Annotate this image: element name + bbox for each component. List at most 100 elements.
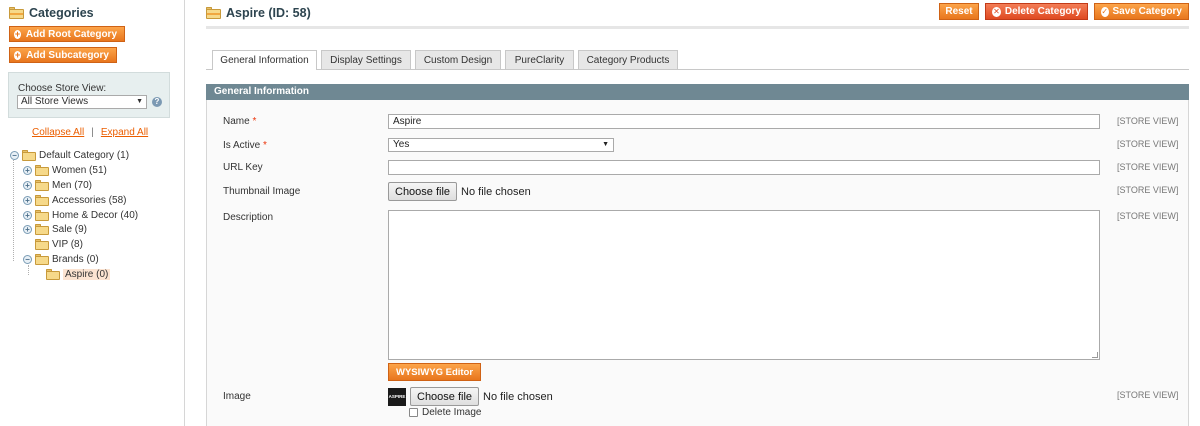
description-label: Description xyxy=(223,212,274,223)
resize-grip-icon[interactable] xyxy=(1092,352,1098,358)
tree-node-label: Default Category (1) xyxy=(39,149,130,161)
tree-node-sale[interactable]: + Sale (9) xyxy=(23,222,87,236)
description-textarea[interactable] xyxy=(388,210,1100,360)
url-key-input[interactable] xyxy=(388,160,1100,175)
add-root-category-button[interactable]: + Add Root Category xyxy=(9,26,125,42)
delete-category-label: Delete Category xyxy=(1004,6,1081,17)
tree-node-label: Aspire (0) xyxy=(63,268,111,280)
link-separator: | xyxy=(91,127,94,138)
thumbnail-image-label: Thumbnail Image xyxy=(223,186,301,197)
tree-node-label: Home & Decor (40) xyxy=(52,209,139,221)
folder-open-icon xyxy=(22,149,36,161)
wysiwyg-editor-button[interactable]: WYSIWYG Editor xyxy=(388,363,482,381)
delete-icon: ✕ xyxy=(992,6,1001,17)
tree-node-vip[interactable]: VIP (8) xyxy=(23,237,83,251)
expand-toggle-icon[interactable]: + xyxy=(23,165,32,175)
is-active-select[interactable]: Yes ▼ xyxy=(388,138,614,152)
category-sidebar: Categories + Add Root Category + Add Sub… xyxy=(0,0,185,426)
tree-guide-line xyxy=(28,265,29,275)
image-no-file-text: No file chosen xyxy=(483,390,553,403)
folder-icon xyxy=(46,268,60,280)
expand-toggle-icon[interactable]: + xyxy=(23,195,32,205)
sidebar-title: Categories xyxy=(29,6,94,20)
tab-custom-design[interactable]: Custom Design xyxy=(415,50,501,69)
tree-node-aspire[interactable]: Aspire (0) xyxy=(46,267,111,281)
plus-icon: + xyxy=(14,28,21,39)
folder-icon xyxy=(35,238,49,250)
tab-pureclarity[interactable]: PureClarity xyxy=(505,50,574,69)
image-scope-label: [STORE VIEW] xyxy=(1117,390,1179,400)
tab-display-settings[interactable]: Display Settings xyxy=(321,50,411,69)
tree-node-men[interactable]: + Men (70) xyxy=(23,178,92,192)
expand-toggle-icon[interactable]: + xyxy=(23,224,32,234)
tab-general-information[interactable]: General Information xyxy=(212,50,317,70)
folder-icon xyxy=(35,164,49,176)
tree-node-label: Men (70) xyxy=(52,179,93,191)
tree-guide-line xyxy=(13,160,14,261)
thumbnail-file-input[interactable]: Choose file No file chosen xyxy=(388,182,531,201)
store-view-select[interactable]: All Store Views ▼ xyxy=(17,95,147,109)
help-icon[interactable]: ? xyxy=(152,97,162,107)
tree-node-women[interactable]: + Women (51) xyxy=(23,163,107,177)
tab-label: Display Settings xyxy=(330,54,402,66)
reset-button[interactable]: Reset xyxy=(939,3,979,20)
tree-node-default-category[interactable]: − Default Category (1) xyxy=(10,148,129,162)
store-view-value: All Store Views xyxy=(21,96,89,107)
add-subcategory-label: Add Subcategory xyxy=(26,49,109,61)
is-active-label: Is Active * xyxy=(223,140,267,151)
collapse-toggle-icon[interactable]: − xyxy=(23,254,32,264)
section-header: General Information xyxy=(206,84,1189,100)
tree-links: Collapse All | Expand All xyxy=(32,127,148,138)
page-title: Aspire (ID: 58) xyxy=(226,6,311,20)
description-scope-label: [STORE VIEW] xyxy=(1117,211,1179,221)
required-mark: * xyxy=(263,140,267,151)
tree-node-home-decor[interactable]: + Home & Decor (40) xyxy=(23,208,138,222)
save-category-label: Save Category xyxy=(1112,6,1182,17)
tree-node-brands[interactable]: − Brands (0) xyxy=(23,252,99,266)
tree-node-label: Women (51) xyxy=(52,164,107,176)
tab-category-products[interactable]: Category Products xyxy=(578,50,678,69)
sidebar-header: Categories xyxy=(9,6,94,20)
dropdown-arrow-icon: ▼ xyxy=(136,98,143,105)
category-folder-icon xyxy=(206,7,221,19)
url-key-scope-label: [STORE VIEW] xyxy=(1117,162,1179,172)
collapse-toggle-icon[interactable]: − xyxy=(10,150,19,160)
name-value: Aspire xyxy=(393,116,422,127)
image-choose-file-button[interactable]: Choose file xyxy=(410,387,480,406)
tab-label: Custom Design xyxy=(423,54,493,66)
required-mark: * xyxy=(252,116,257,127)
categories-folder-icon xyxy=(9,7,24,19)
image-file-input[interactable]: ASPIRE Choose file No file chosen xyxy=(388,387,553,406)
tree-node-label: Accessories (58) xyxy=(52,194,127,206)
delete-image-checkbox[interactable] xyxy=(409,408,418,417)
name-label: Name * xyxy=(223,116,257,127)
dropdown-arrow-icon: ▼ xyxy=(602,141,609,148)
store-view-switcher: Choose Store View: All Store Views ▼ ? xyxy=(8,72,170,118)
reset-label: Reset xyxy=(945,6,973,17)
folder-icon xyxy=(35,223,49,235)
image-label: Image xyxy=(223,391,251,402)
expand-all-link[interactable]: Expand All xyxy=(101,127,148,138)
delete-image-option: Delete Image xyxy=(409,407,481,418)
add-root-category-label: Add Root Category xyxy=(25,28,117,40)
name-input[interactable]: Aspire xyxy=(388,114,1100,129)
expand-toggle-icon[interactable]: + xyxy=(23,180,32,190)
save-category-button[interactable]: ✓ Save Category xyxy=(1094,3,1189,20)
tab-label: PureClarity xyxy=(514,54,565,66)
folder-icon xyxy=(35,209,49,221)
add-subcategory-button[interactable]: + Add Subcategory xyxy=(9,47,117,63)
page-header: Aspire (ID: 58) xyxy=(206,6,311,20)
check-icon: ✓ xyxy=(1101,6,1109,17)
folder-icon xyxy=(35,194,49,206)
url-key-label: URL Key xyxy=(223,162,263,173)
thumbnail-scope-label: [STORE VIEW] xyxy=(1117,185,1179,195)
tree-node-label: VIP (8) xyxy=(52,238,83,250)
tree-node-label: Brands (0) xyxy=(52,253,99,265)
collapse-all-link[interactable]: Collapse All xyxy=(32,127,84,138)
image-thumbnail[interactable]: ASPIRE xyxy=(388,387,406,406)
thumbnail-choose-file-button[interactable]: Choose file xyxy=(388,182,458,201)
tab-label: General Information xyxy=(220,55,309,66)
tree-node-accessories[interactable]: + Accessories (58) xyxy=(23,193,126,207)
expand-toggle-icon[interactable]: + xyxy=(23,210,32,220)
delete-category-button[interactable]: ✕ Delete Category xyxy=(985,3,1088,20)
